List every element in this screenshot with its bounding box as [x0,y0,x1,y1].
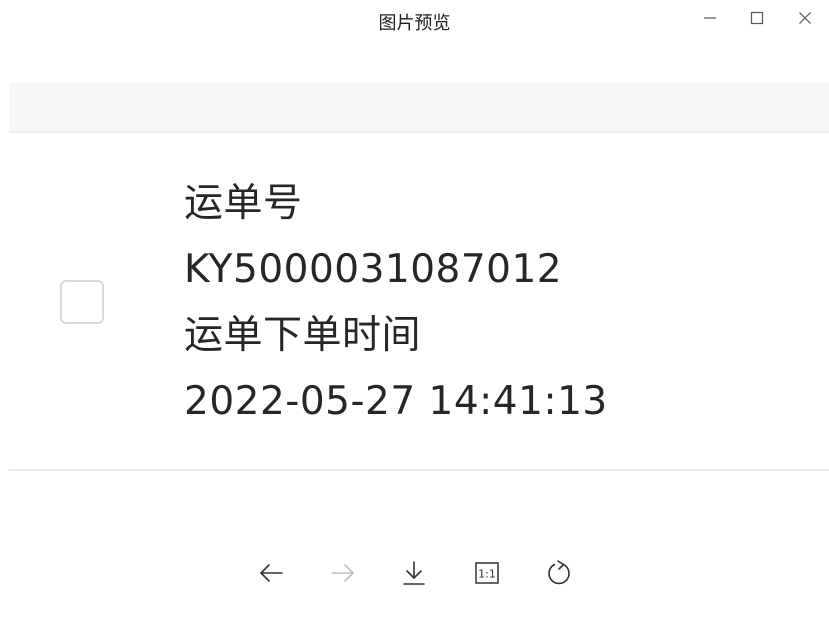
minimize-button[interactable] [698,6,722,30]
rotate-button[interactable] [541,555,577,591]
maximize-button[interactable] [745,6,769,30]
image-preview-window: 图片预览 运单号 KY5000031087012 运单下单时间 2022-05-… [0,0,829,618]
order-time-value: 2022-05-27 14:41:13 [184,379,608,424]
image-divider [9,469,829,471]
actual-size-button[interactable]: 1:1 [469,555,505,591]
preview-image: 运单号 KY5000031087012 运单下单时间 2022-05-27 14… [9,83,829,473]
maximize-icon [750,11,764,25]
close-button[interactable] [793,6,817,30]
minimize-icon [704,17,716,19]
download-button[interactable] [396,555,432,591]
previous-button[interactable] [253,555,289,591]
download-icon [403,561,425,585]
order-time-label: 运单下单时间 [184,313,422,358]
image-header-strip [9,83,829,133]
preview-toolbar: 1:1 [0,555,829,595]
arrow-left-icon [260,564,283,582]
next-button[interactable] [325,555,361,591]
actual-size-label: 1:1 [478,568,496,581]
waybill-number-label: 运单号 [184,181,303,226]
row-checkbox [60,280,104,324]
rotate-icon [548,560,570,585]
waybill-number-value: KY5000031087012 [184,247,563,292]
title-bar[interactable]: 图片预览 [0,0,829,48]
arrow-right-icon [331,564,354,582]
close-icon [799,12,811,24]
actual-size-icon: 1:1 [475,562,499,584]
